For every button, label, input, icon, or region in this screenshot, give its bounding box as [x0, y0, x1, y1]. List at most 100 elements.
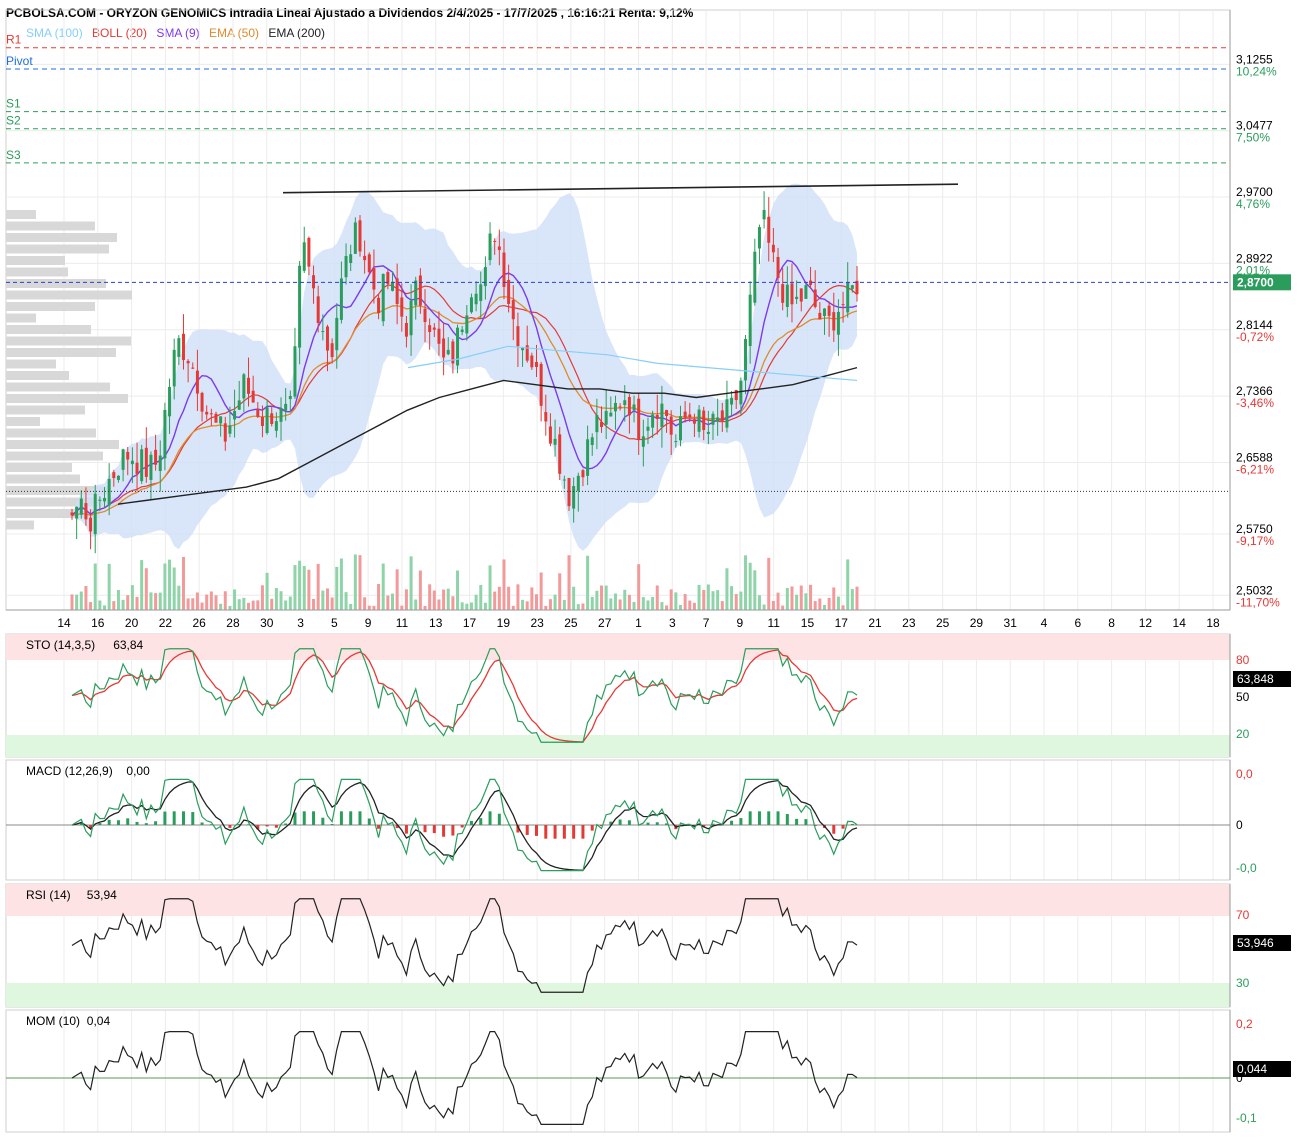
volume-profile-bar: [6, 267, 68, 277]
x-tick-label: 6: [1074, 616, 1081, 630]
candle-body: [223, 423, 227, 442]
candle-body: [632, 404, 636, 411]
volume-bar: [154, 593, 158, 610]
candle-body: [228, 425, 232, 434]
macd-histogram-bar: [284, 823, 288, 825]
candle-body: [660, 403, 664, 427]
volume-bar: [191, 598, 195, 610]
rsi-level-label: 30: [1236, 976, 1250, 990]
macd-histogram-bar: [312, 811, 316, 825]
volume-bar: [372, 605, 376, 610]
candle-body: [177, 338, 181, 357]
x-tick-label: 23: [530, 616, 544, 630]
x-tick-label: 3: [669, 616, 676, 630]
volume-bar: [200, 602, 204, 610]
macd-level-label: 0,0: [1236, 767, 1253, 781]
candle-body: [692, 419, 696, 424]
volume-bar: [799, 585, 803, 610]
candle-body: [609, 412, 613, 417]
volume-bar: [442, 589, 446, 610]
candle-body: [70, 512, 74, 516]
volume-bar: [734, 594, 738, 610]
x-tick-label: 13: [429, 616, 443, 630]
candle-body: [655, 414, 659, 419]
candle-body: [818, 312, 822, 320]
volume-profile-bar: [6, 520, 34, 530]
volume-profile-bar: [6, 302, 95, 311]
stock-chart[interactable]: 14 16 20 22 26 28 30 3 5 9 11 13 17 19 23 25 27 1 3 7 9 11 15 1…: [0, 0, 1299, 1138]
volume-bar: [553, 594, 557, 610]
x-tick-label: 3: [297, 616, 304, 630]
volume-bar: [655, 585, 659, 610]
macd-histogram-bar: [200, 822, 204, 825]
volume-bar: [84, 586, 88, 610]
macd-label: MACD (12,26,9): [26, 764, 113, 778]
macd-histogram-bar: [442, 825, 446, 837]
volume-bar: [776, 592, 780, 610]
candle-body: [298, 265, 302, 348]
volume-bar: [358, 555, 362, 610]
candle-body: [316, 296, 320, 323]
volume-profile-bar: [6, 256, 65, 265]
volume-profile-bar: [6, 290, 132, 300]
candle-body: [832, 312, 836, 331]
volume-bar: [214, 595, 218, 610]
macd-histogram-bar: [163, 811, 167, 825]
candle-body: [716, 417, 720, 422]
candle-body: [651, 414, 655, 428]
volume-bar: [558, 573, 562, 610]
volume-profile-bar: [6, 474, 80, 484]
volume-bar: [637, 564, 641, 610]
candle-body: [168, 386, 172, 417]
candle-body: [744, 338, 748, 381]
volume-bar: [748, 562, 752, 610]
x-tick-label: 9: [365, 616, 372, 630]
candle-body: [502, 252, 506, 287]
x-tick-label: 28: [226, 616, 240, 630]
volume-bar: [233, 589, 237, 610]
volume-bar: [725, 568, 729, 610]
x-tick-label: 8: [1108, 616, 1115, 630]
candle-body: [804, 285, 808, 299]
rsi-value: 53,94: [87, 888, 117, 902]
mom-level-label: -0,1: [1236, 1111, 1257, 1125]
volume-bar: [395, 569, 399, 610]
volume-profile-bar: [6, 428, 96, 438]
volume-bar: [386, 595, 390, 610]
candle-body: [242, 374, 246, 399]
macd-histogram-bar: [757, 811, 761, 825]
candle-body: [516, 326, 520, 347]
volume-bar: [414, 599, 418, 610]
sto-value: 63,84: [113, 638, 143, 652]
volume-bar: [302, 566, 306, 610]
x-tick-label: 29: [970, 616, 984, 630]
pct-tick-label: -3,46%: [1236, 396, 1274, 410]
volume-bar: [497, 586, 501, 610]
volume-bar: [93, 563, 97, 610]
candle-body: [776, 256, 780, 278]
volume-bar: [581, 603, 585, 610]
candle-body: [604, 410, 608, 425]
volume-bar: [595, 590, 599, 610]
sto-main-line: [71, 648, 858, 743]
candle-body: [799, 288, 803, 302]
macd-histogram-bar: [98, 823, 102, 825]
candle-body: [325, 326, 329, 351]
candle-body: [474, 293, 478, 305]
volume-bar: [525, 601, 529, 610]
macd-histogram-bar: [497, 813, 501, 825]
candle-body: [89, 517, 93, 532]
volume-profile-bar: [6, 244, 109, 254]
candle-body: [414, 280, 418, 306]
volume-bar: [688, 600, 692, 610]
candle-body: [590, 437, 594, 445]
volume-bar: [107, 563, 111, 610]
macd-histogram-bar: [116, 820, 120, 825]
macd-histogram-bar: [330, 823, 334, 825]
volume-bar: [841, 605, 845, 610]
candle-body: [372, 268, 376, 290]
macd-histogram-bar: [172, 811, 176, 825]
volume-bar: [89, 602, 93, 610]
rsi-badge-text: 53,946: [1237, 936, 1274, 950]
macd-histogram-bar: [460, 825, 464, 828]
